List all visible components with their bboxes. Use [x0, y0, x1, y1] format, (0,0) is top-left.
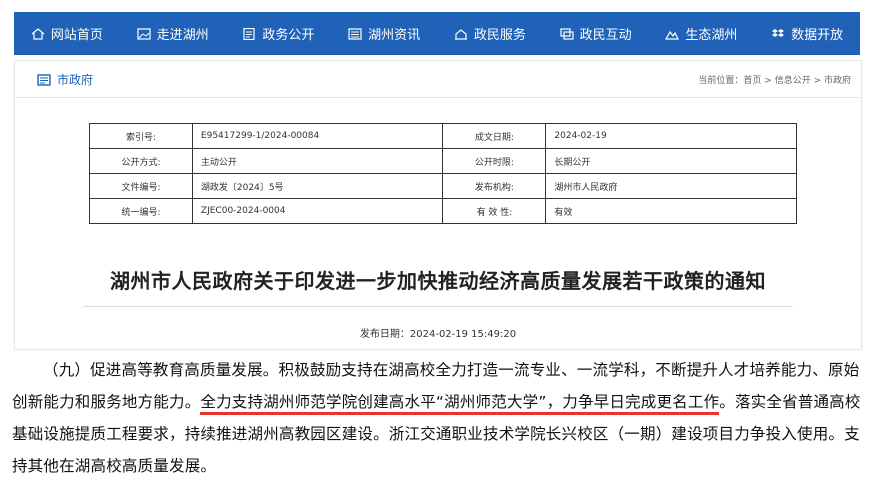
info-value: E95417299-1/2024-00084	[191, 123, 444, 149]
info-value: 湖政发〔2024〕5号	[191, 173, 444, 199]
article-paragraph: （九）促进高等教育高质量发展。积极鼓励支持在湖高校全力打造一流专业、一流学科，不…	[12, 354, 862, 482]
info-key: 文件编号:	[89, 173, 193, 199]
publish-date: 发布日期：2024-02-19 15:49:20	[15, 325, 861, 340]
nav-data[interactable]: 数据开放	[754, 12, 860, 55]
nav-label: 走进湖州	[156, 28, 209, 43]
info-key: 有 效 性:	[442, 198, 547, 224]
info-key: 公开时限:	[442, 148, 547, 174]
nav-label: 政务公开	[262, 28, 315, 43]
section-title[interactable]: 市政府	[37, 71, 93, 88]
section-label: 市政府	[57, 73, 94, 87]
info-key: 公开方式:	[89, 148, 193, 174]
publish-label: 发布日期：	[359, 329, 410, 340]
table-row: 统一编号: ZJEC00-2024-0004 有 效 性: 有效	[89, 198, 797, 224]
news-icon	[348, 27, 362, 40]
info-value: 长期公开	[545, 148, 797, 174]
nav-label: 湖州资讯	[368, 28, 421, 43]
breadcrumb-current[interactable]: 市政府	[824, 76, 851, 86]
info-value: 湖州市人民政府	[545, 173, 797, 199]
info-key: 索引号:	[89, 123, 193, 149]
title-divider	[83, 306, 793, 307]
content-panel: 市政府 当前位置：首页 > 信息公开 > 市政府 索引号: E95417299-…	[14, 60, 862, 350]
chat-icon	[560, 27, 574, 40]
info-value: 2024-02-19	[545, 123, 797, 149]
info-key: 统一编号:	[89, 198, 193, 224]
breadcrumb-prefix: 当前位置：	[698, 76, 744, 86]
nav-home[interactable]: 网站首页	[14, 12, 120, 55]
info-value: 有效	[545, 198, 797, 224]
table-row: 文件编号: 湖政发〔2024〕5号 发布机构: 湖州市人民政府	[89, 173, 797, 199]
table-row: 公开方式: 主动公开 公开时限: 长期公开	[89, 148, 797, 174]
breadcrumb-home[interactable]: 首页	[743, 76, 761, 86]
nav-interact[interactable]: 政民互动	[543, 12, 649, 55]
nav-service[interactable]: 政民服务	[437, 12, 543, 55]
nav-label: 生态湖州	[685, 28, 738, 43]
home-icon	[31, 27, 45, 40]
nav-label: 政民服务	[473, 28, 526, 43]
document-icon	[243, 27, 255, 40]
nav-label: 政民互动	[579, 28, 632, 43]
breadcrumb-sep: >	[761, 76, 775, 86]
mountain-icon	[665, 30, 680, 40]
nav-gov-open[interactable]: 政务公开	[226, 12, 332, 55]
nav-news[interactable]: 湖州资讯	[331, 12, 437, 55]
info-value: ZJEC00-2024-0004	[191, 198, 444, 224]
breadcrumb-sep: >	[810, 76, 824, 86]
publish-value: 2024-02-19 15:49:20	[409, 329, 517, 340]
table-row: 索引号: E95417299-1/2024-00084 成文日期: 2024-0…	[89, 123, 797, 149]
nav-about[interactable]: 走进湖州	[120, 12, 226, 55]
highlighted-text: 全力支持湖州师范学院创建高水平“湖州师范大学”，力争早日完成更名工作	[200, 393, 720, 415]
section-header: 市政府 当前位置：首页 > 信息公开 > 市政府	[15, 61, 861, 98]
info-key: 成文日期:	[442, 123, 547, 149]
picture-icon	[137, 27, 151, 40]
info-key: 发布机构:	[442, 173, 547, 199]
document-title: 湖州市人民政府关于印发进一步加快推动经济高质量发展若干政策的通知	[110, 269, 766, 293]
breadcrumb-info[interactable]: 信息公开	[775, 76, 811, 86]
nav-label: 数据开放	[791, 28, 844, 43]
nav-label: 网站首页	[50, 28, 103, 43]
top-strip	[0, 0, 870, 12]
info-value: 主动公开	[191, 148, 444, 174]
main-nav: 网站首页 走进湖州 政务公开 湖州资讯 政民服务 政民互动 生态湖州 数据开放	[14, 12, 860, 55]
breadcrumb: 当前位置：首页 > 信息公开 > 市政府	[698, 73, 851, 86]
nav-eco[interactable]: 生态湖州	[649, 12, 755, 55]
dropbox-icon	[772, 28, 785, 37]
newspaper-icon	[37, 73, 51, 86]
doc-info-table: 索引号: E95417299-1/2024-00084 成文日期: 2024-0…	[89, 123, 797, 224]
service-icon	[454, 28, 467, 40]
